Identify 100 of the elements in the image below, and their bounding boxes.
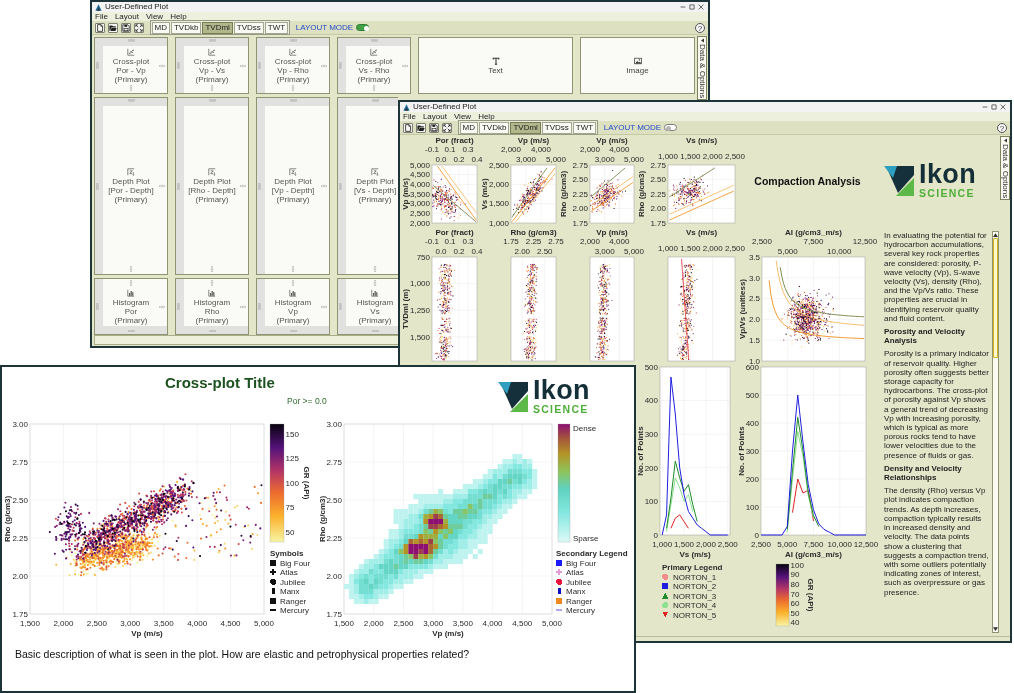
close-icon[interactable] <box>698 4 704 10</box>
resize-arrows-icon[interactable] <box>240 304 246 309</box>
drag-handle-icon[interactable] <box>339 182 342 190</box>
drag-handle-icon[interactable] <box>258 182 261 190</box>
depth-tab[interactable]: TWT <box>572 121 597 134</box>
layout-cell[interactable]: Cross-plot Vp - Rho (Primary) <box>256 37 330 94</box>
menu-item[interactable]: View <box>453 112 472 121</box>
layout-cell[interactable]: Histogram Rho (Primary) <box>175 278 249 335</box>
drag-handle-icon[interactable] <box>339 62 342 69</box>
drag-handle-icon[interactable] <box>370 39 378 42</box>
layout-mode-switch[interactable] <box>664 124 678 131</box>
side-panel-tab[interactable]: Data & Options <box>697 36 707 101</box>
vertical-scrollbar[interactable] <box>992 231 999 633</box>
drag-handle-icon[interactable] <box>127 99 135 102</box>
drag-handle-icon[interactable] <box>371 329 379 332</box>
resize-arrows-icon[interactable] <box>291 266 295 272</box>
resize-arrows-icon[interactable] <box>240 184 246 188</box>
layout-cell[interactable]: Histogram Vs (Primary) <box>337 278 398 335</box>
scroll-down-icon[interactable] <box>993 627 998 631</box>
close-icon[interactable] <box>1000 104 1006 110</box>
drag-handle-icon[interactable] <box>208 39 216 42</box>
resize-arrows-icon[interactable] <box>402 63 408 68</box>
resize-arrows-icon[interactable] <box>210 85 214 91</box>
resize-arrows-icon[interactable] <box>372 85 376 91</box>
resize-arrows-icon[interactable] <box>291 85 295 91</box>
depth-tab[interactable]: MD <box>151 21 170 34</box>
resize-arrows-icon[interactable] <box>321 63 327 68</box>
drag-handle-icon[interactable] <box>289 329 297 332</box>
drag-handle-icon[interactable] <box>127 39 135 42</box>
resize-arrows-icon[interactable] <box>291 280 295 286</box>
resize-arrows-icon[interactable] <box>159 304 165 309</box>
help-button[interactable]: ? <box>695 22 705 33</box>
layout-cell[interactable]: Histogram Vp (Primary) <box>256 278 330 335</box>
drag-handle-icon[interactable] <box>289 39 297 42</box>
maximize-icon[interactable] <box>991 104 997 110</box>
resize-arrows-icon[interactable] <box>159 63 165 68</box>
layout-cell[interactable]: Depth Plot [Rho - Depth] (Primary) <box>175 97 249 275</box>
resize-arrows-icon[interactable] <box>129 85 133 91</box>
open-button[interactable] <box>416 122 426 133</box>
drag-handle-icon[interactable] <box>258 303 261 310</box>
new-button[interactable] <box>95 22 105 33</box>
resize-arrows-icon[interactable] <box>321 304 327 309</box>
resize-arrows-icon[interactable] <box>129 280 133 286</box>
minimize-icon[interactable] <box>680 4 686 10</box>
resize-arrows-icon[interactable] <box>159 184 165 188</box>
layout-mode-switch[interactable] <box>356 24 370 31</box>
menu-item[interactable]: File <box>403 112 416 121</box>
drag-handle-icon[interactable] <box>208 99 216 102</box>
save-button[interactable] <box>121 22 131 33</box>
resize-arrows-icon[interactable] <box>373 266 377 272</box>
drag-handle-icon[interactable] <box>258 62 261 69</box>
drag-handle-icon[interactable] <box>177 182 180 190</box>
scrollbar-thumb[interactable] <box>993 238 998 358</box>
depth-tab[interactable]: TVDss <box>541 121 572 134</box>
layout-cell[interactable]: Cross-plot Vp - Vs (Primary) <box>175 37 249 94</box>
save-button[interactable] <box>429 122 439 133</box>
drag-handle-icon[interactable] <box>177 62 180 69</box>
maximize-icon[interactable] <box>689 4 695 10</box>
drag-handle-icon[interactable] <box>96 62 99 69</box>
drag-handle-icon[interactable] <box>208 329 216 332</box>
depth-tab[interactable]: TVDml <box>510 121 541 134</box>
minimize-icon[interactable] <box>982 104 988 110</box>
depth-tab[interactable]: TVDss <box>233 21 264 34</box>
layout-cell[interactable]: Cross-plot Por - Vp (Primary) <box>94 37 168 94</box>
drag-handle-icon[interactable] <box>96 182 99 190</box>
depth-tab[interactable]: MD <box>459 121 478 134</box>
help-button[interactable]: ? <box>997 122 1007 133</box>
layout-cell[interactable]: Text <box>418 37 573 94</box>
depth-tab[interactable]: TVDkb <box>170 21 202 34</box>
fit-button[interactable] <box>134 22 144 33</box>
layout-cell[interactable]: Depth Plot [Vp - Depth] (Primary) <box>256 97 330 275</box>
layout-cell[interactable]: Depth Plot [Vs - Depth] (Primary) <box>337 97 398 275</box>
resize-arrows-icon[interactable] <box>210 266 214 272</box>
menu-item[interactable]: Layout <box>422 112 447 121</box>
drag-handle-icon[interactable] <box>289 99 297 102</box>
menu-item[interactable]: Help <box>170 12 187 21</box>
menu-item[interactable]: Help <box>478 112 495 121</box>
menu-item[interactable]: File <box>95 12 108 21</box>
open-button[interactable] <box>108 22 118 33</box>
drag-handle-icon[interactable] <box>127 329 135 332</box>
menu-item[interactable]: Layout <box>114 12 139 21</box>
layout-cell[interactable]: Depth Plot [Por - Depth] (Primary) <box>94 97 168 275</box>
depth-tab[interactable]: TVDkb <box>478 121 510 134</box>
drag-handle-icon[interactable] <box>339 303 342 310</box>
side-panel-tab[interactable]: Data & Options <box>1000 136 1010 201</box>
depth-tab[interactable]: TVDml <box>202 21 233 34</box>
depth-tab[interactable]: TWT <box>264 21 289 34</box>
menu-item[interactable]: View <box>145 12 164 21</box>
drag-handle-icon[interactable] <box>96 303 99 310</box>
drag-handle-icon[interactable] <box>371 99 379 102</box>
layout-cell[interactable]: Histogram Por (Primary) <box>94 278 168 335</box>
resize-arrows-icon[interactable] <box>373 280 377 286</box>
resize-arrows-icon[interactable] <box>240 63 246 68</box>
resize-arrows-icon[interactable] <box>321 184 327 188</box>
resize-arrows-icon[interactable] <box>210 280 214 286</box>
layout-cell[interactable]: Image <box>580 37 695 94</box>
resize-arrows-icon[interactable] <box>129 266 133 272</box>
new-button[interactable] <box>403 122 413 133</box>
layout-cell[interactable]: Cross-plot Vs - Rho (Primary) <box>337 37 411 94</box>
drag-handle-icon[interactable] <box>177 303 180 310</box>
